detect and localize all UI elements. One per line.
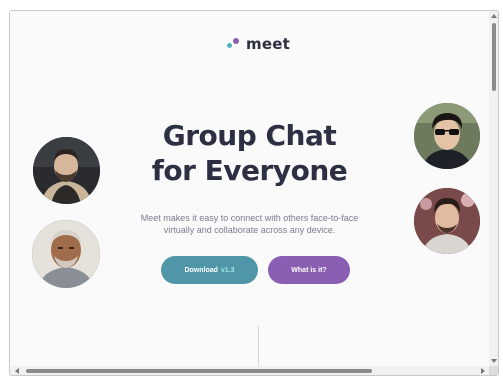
scroll-right-arrow-icon[interactable] <box>481 368 485 374</box>
description-line-1: Meet makes it easy to connect with other… <box>140 213 359 223</box>
browser-frame: meet Group Chat for Everyone Meet makes … <box>9 10 499 376</box>
headline-line-1: Group Chat <box>162 119 337 152</box>
logo-dot-cyan <box>227 43 232 48</box>
download-button[interactable]: Download v1.3 <box>161 256 258 284</box>
logo-dots-icon <box>227 37 241 51</box>
scroll-up-arrow-icon[interactable] <box>491 14 497 18</box>
horizontal-scroll-thumb[interactable] <box>26 369 372 373</box>
what-is-it-button[interactable]: What is it? <box>268 256 350 284</box>
page-viewport: meet Group Chat for Everyone Meet makes … <box>10 11 489 366</box>
download-version: v1.3 <box>220 266 235 274</box>
hero-headline: Group Chat for Everyone <box>10 118 489 188</box>
scroll-left-arrow-icon[interactable] <box>15 368 19 374</box>
scroll-down-arrow-icon[interactable] <box>491 359 497 363</box>
headline-line-2: for Everyone <box>151 154 348 187</box>
scroll-indicator-line <box>258 326 259 366</box>
hero-description: Meet makes it easy to connect with other… <box>10 212 489 236</box>
scrollbar-corner <box>489 366 498 375</box>
what-is-it-label: What is it? <box>291 266 327 274</box>
logo-dot-purple <box>233 38 239 44</box>
brand-logo[interactable]: meet <box>227 34 290 54</box>
brand-name: meet <box>246 35 290 53</box>
vertical-scrollbar[interactable] <box>489 11 498 366</box>
horizontal-scrollbar[interactable] <box>10 366 489 375</box>
description-line-2: virtually and collaborate across any dev… <box>163 225 336 235</box>
vertical-scroll-thumb[interactable] <box>492 23 496 91</box>
download-label: Download <box>184 266 218 274</box>
